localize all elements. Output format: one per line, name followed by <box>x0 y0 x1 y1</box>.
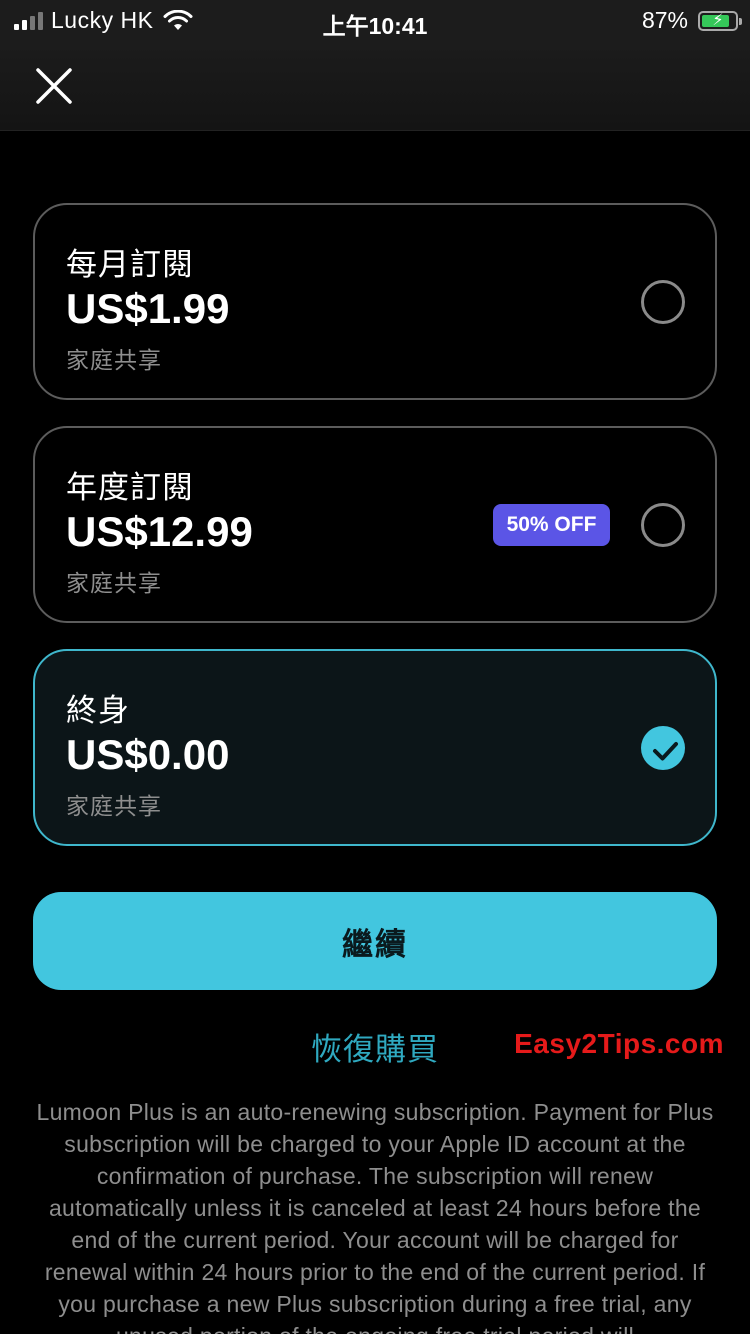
discount-badge: 50% OFF <box>493 504 610 546</box>
nav-bar <box>0 44 750 131</box>
continue-button[interactable]: 繼續 <box>33 892 717 990</box>
charging-bolt-icon: ⚡ <box>712 11 724 29</box>
plan-price: US$1.99 <box>66 285 230 332</box>
plan-price: US$12.99 <box>66 508 253 555</box>
plan-price: US$0.00 <box>66 731 230 778</box>
plan-note: 家庭共享 <box>66 347 162 373</box>
close-icon[interactable] <box>34 66 74 106</box>
plan-note: 家庭共享 <box>66 570 162 596</box>
battery-icon: ⚡ <box>698 10 742 31</box>
plan-note: 家庭共享 <box>66 793 162 819</box>
radio-button-checked[interactable] <box>641 726 685 770</box>
plan-name: 每月訂閱 <box>66 247 194 282</box>
subscription-terms: Lumoon Plus is an auto-renewing subscrip… <box>36 1099 714 1334</box>
radio-button[interactable] <box>641 280 685 324</box>
battery-percent: 87% <box>641 7 688 33</box>
checkmark-icon <box>653 742 678 761</box>
status-time: 上午10:41 <box>322 13 428 39</box>
plan-card-yearly[interactable]: 年度訂閱 US$12.99 家庭共享 50% OFF <box>33 426 717 623</box>
plan-card-monthly[interactable]: 每月訂閱 US$1.99 家庭共享 <box>33 203 717 400</box>
status-bar: Lucky HK 上午10:41 87% ⚡ <box>0 0 750 44</box>
plan-card-lifetime[interactable]: 終身 US$0.00 家庭共享 <box>33 649 717 846</box>
watermark: Easy2Tips.com <box>514 1028 724 1059</box>
plan-name: 終身 <box>66 693 130 728</box>
status-right: 87% ⚡ <box>641 7 742 34</box>
plan-name: 年度訂閱 <box>66 470 194 505</box>
radio-button[interactable] <box>641 503 685 547</box>
